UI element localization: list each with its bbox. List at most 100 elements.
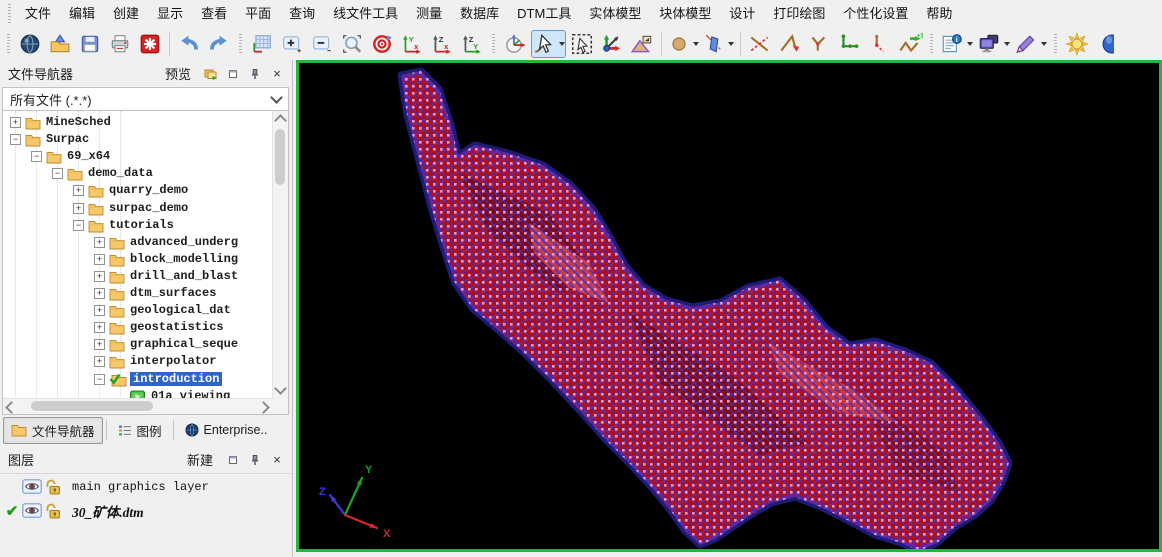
close-pane-icon[interactable]: ×: [267, 64, 287, 84]
point-style-tool-dropdown-icon[interactable]: [693, 42, 699, 46]
layer-unlocked-icon[interactable]: [44, 479, 61, 495]
panel-tab-3[interactable]: Enterprise..: [177, 419, 276, 441]
point-insert-tool-button[interactable]: [836, 30, 864, 58]
undo-button[interactable]: [175, 30, 203, 58]
data-view-button[interactable]: [368, 30, 396, 58]
graphics-viewport[interactable]: Z Y X: [296, 60, 1162, 552]
display-properties-button[interactable]: [976, 30, 1011, 58]
tree-item-advanced_underg[interactable]: + advanced_underg: [3, 234, 273, 251]
layer-name[interactable]: 30_矿体.dtm: [72, 501, 144, 521]
tree-item-label[interactable]: tutorials: [109, 218, 174, 232]
box-select-tool-button[interactable]: [568, 30, 596, 58]
tree-horizontal-scrollbar[interactable]: [3, 398, 273, 414]
expand-icon[interactable]: +: [94, 288, 105, 299]
segment-edit-tool-button[interactable]: [866, 30, 894, 58]
collapse-icon[interactable]: −: [52, 168, 63, 179]
pin-pane-icon[interactable]: [245, 64, 265, 84]
tree-item-block_modelling[interactable]: +block_modelling: [3, 251, 273, 268]
expand-icon[interactable]: +: [94, 237, 105, 248]
menu-item-11[interactable]: DTM工具: [508, 1, 580, 27]
zoom-all-button[interactable]: [248, 30, 276, 58]
tree-item-Surpac[interactable]: − Surpac: [3, 131, 273, 148]
zoom-out-button[interactable]: [308, 30, 336, 58]
collapse-icon[interactable]: −: [10, 134, 21, 145]
tree-item-label[interactable]: graphical_seque: [130, 337, 238, 351]
menu-item-14[interactable]: 设计: [720, 1, 764, 27]
menu-item-10[interactable]: 数据库: [451, 1, 508, 27]
tree-item-surpac_demo[interactable]: + surpac_demo: [3, 200, 273, 217]
menu-item-15[interactable]: 打印绘图: [764, 1, 834, 27]
edit-tool-button[interactable]: [1013, 30, 1048, 58]
render-mode-button[interactable]: [1093, 30, 1121, 58]
menu-item-13[interactable]: 块体模型: [650, 1, 720, 27]
segment-break-tool-button[interactable]: [806, 30, 834, 58]
select-tool-button[interactable]: [531, 30, 566, 58]
tree-item-label[interactable]: interpolator: [130, 354, 216, 368]
expand-icon[interactable]: +: [94, 271, 105, 282]
tree-item-drill_and_blast[interactable]: +drill_and_blast: [3, 268, 273, 285]
segment-delete-tool-button[interactable]: [746, 30, 774, 58]
collapse-icon[interactable]: −: [94, 374, 105, 385]
expand-icon[interactable]: +: [94, 305, 105, 316]
expand-icon[interactable]: +: [94, 254, 105, 265]
file-filter-dropdown[interactable]: 所有文件 (.*.*): [2, 87, 289, 111]
tree-item-introduction[interactable]: −introduction: [3, 371, 273, 388]
redo-button[interactable]: [205, 30, 233, 58]
layer-unlocked-icon[interactable]: [44, 503, 61, 519]
layer-name[interactable]: main graphics layer: [72, 480, 209, 494]
open-file-button[interactable]: [46, 30, 74, 58]
menu-item-4[interactable]: 显示: [148, 1, 192, 27]
tree-item-label[interactable]: quarry_demo: [109, 183, 188, 197]
tree-item-geostatistics[interactable]: +geostatistics: [3, 319, 273, 336]
tree-item-label[interactable]: demo_data: [88, 166, 153, 180]
section-plane-tool-button[interactable]: [702, 30, 735, 58]
point-style-tool-button[interactable]: [667, 30, 700, 58]
expand-icon[interactable]: +: [94, 356, 105, 367]
tree-vertical-scrollbar[interactable]: [272, 111, 288, 399]
tree-item-label[interactable]: MineSched: [46, 115, 111, 129]
pin-pane-icon[interactable]: [245, 450, 265, 470]
preview-pane-icon[interactable]: [201, 64, 221, 84]
tree-item-label[interactable]: advanced_underg: [130, 235, 238, 249]
new-layer-button[interactable]: 新建: [182, 448, 218, 471]
tree-item-label[interactable]: geological_dat: [130, 303, 231, 317]
tree-item-69_x64[interactable]: −69_x64: [3, 148, 273, 165]
menu-item-17[interactable]: 帮助: [917, 1, 961, 27]
select-tool-dropdown-icon[interactable]: [559, 42, 565, 46]
point-add-next-tool-button[interactable]: +1: [896, 30, 924, 58]
tree-item-demo_data[interactable]: − demo_data: [3, 165, 273, 182]
collapse-icon[interactable]: −: [31, 151, 42, 162]
tree-item-geological_dat[interactable]: + geological_dat: [3, 302, 273, 319]
panel-tab-2[interactable]: 图例: [110, 417, 170, 444]
layer-visibility-eye-icon[interactable]: [22, 503, 42, 518]
menu-item-1[interactable]: 文件: [16, 1, 60, 27]
tree-item-label[interactable]: Surpac: [46, 132, 89, 146]
menu-item-7[interactable]: 查询: [280, 1, 324, 27]
display-properties-dropdown-icon[interactable]: [1004, 42, 1010, 46]
tree-item-MineSched[interactable]: + MineSched: [3, 114, 273, 131]
expand-icon[interactable]: +: [73, 203, 84, 214]
surface-display-tool-button[interactable]: [628, 30, 656, 58]
menu-item-9[interactable]: 测量: [407, 1, 451, 27]
preview-button[interactable]: 预览: [160, 62, 196, 85]
tree-item-label[interactable]: surpac_demo: [109, 201, 188, 215]
layer-row-2[interactable]: ✔ 30_矿体.dtm: [0, 498, 292, 522]
move-view-tool-button[interactable]: [598, 30, 626, 58]
menu-item-5[interactable]: 查看: [192, 1, 236, 27]
expand-icon[interactable]: +: [94, 322, 105, 333]
expand-icon[interactable]: +: [73, 185, 84, 196]
expand-icon[interactable]: +: [10, 117, 21, 128]
lighting-button[interactable]: [1063, 30, 1091, 58]
menu-item-8[interactable]: 线文件工具: [324, 1, 407, 27]
tree-item-interpolator[interactable]: + interpolator: [3, 353, 273, 370]
layer-active-check-icon[interactable]: ✔: [2, 502, 22, 520]
collapse-icon[interactable]: −: [73, 220, 84, 231]
file-properties-button[interactable]: i: [939, 30, 974, 58]
segment-close-tool-button[interactable]: [776, 30, 804, 58]
view-plane-xy-button[interactable]: Yx: [398, 30, 426, 58]
float-pane-icon[interactable]: [223, 64, 243, 84]
scroll-left-icon[interactable]: [5, 401, 18, 414]
edit-tool-dropdown-icon[interactable]: [1041, 42, 1047, 46]
view-plane-yz-button[interactable]: ZY: [458, 30, 486, 58]
layer-visibility-eye-icon[interactable]: [22, 479, 42, 494]
